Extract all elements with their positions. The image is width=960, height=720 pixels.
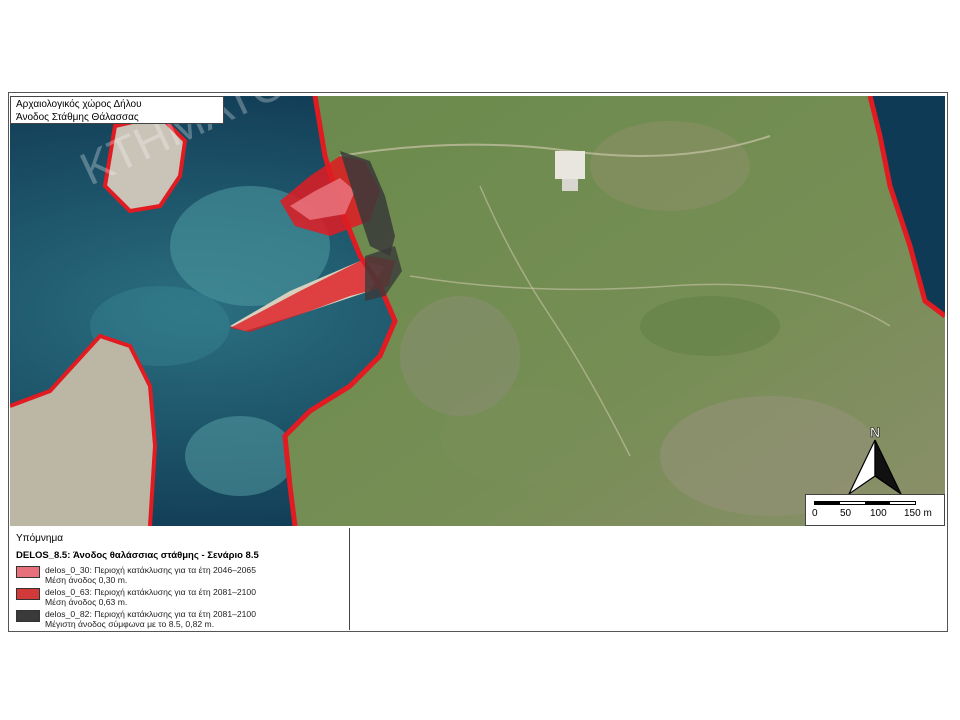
scale-label-150: 150 m: [904, 508, 932, 519]
scale-label-100: 100: [870, 508, 887, 519]
legend-item: delos_0_63: Περιοχή κατάκλυσης για τα έτ…: [16, 587, 343, 607]
legend-item-note: Μέση άνοδος 0,63 m.: [45, 597, 128, 607]
legend-item-name: delos_0_82:: [45, 609, 92, 619]
scale-seg-2: [865, 502, 890, 504]
scale-label-50: 50: [840, 508, 852, 519]
map-title-box: Αρχαιολογικός χώρος Δήλου Άνοδος Στάθμης…: [10, 96, 224, 124]
legend-item: delos_0_30: Περιοχή κατάκλυσης για τα έτ…: [16, 565, 343, 585]
legend-item-name: delos_0_30:: [45, 565, 92, 575]
legend-swatch-0-82: [16, 610, 40, 622]
legend: Υπόμνημα DELOS_8.5: Άνοδος θαλάσσιας στά…: [10, 528, 350, 630]
north-label: N: [870, 424, 880, 440]
north-arrow: N: [843, 424, 907, 496]
legend-layer-title: DELOS_8.5: Άνοδος θαλάσσιας στάθμης - Σε…: [16, 550, 259, 561]
map-title-line2: Άνοδος Στάθμης Θάλασσας: [16, 112, 139, 123]
legend-item-name: delos_0_63:: [45, 587, 92, 597]
scale-seg-1: [815, 502, 840, 504]
satellite-map[interactable]: ΚΤΗΜΑΤΟΛΟΓΙΟ: [10, 96, 945, 526]
legend-item-desc: Περιοχή κατάκλυσης για τα έτη 2046–2065: [94, 565, 256, 575]
legend-swatch-0-30: [16, 566, 40, 578]
legend-item-desc: Περιοχή κατάκλυσης για τα έτη 2081–2100: [94, 609, 256, 619]
scale-bar-graphic: [814, 501, 916, 505]
legend-heading: Υπόμνημα: [16, 533, 63, 544]
north-arrow-left: [847, 439, 876, 496]
legend-item-note: Μέγιστη άνοδος σύμφωνα με το 8.5, 0,82 m…: [45, 619, 215, 629]
legend-item-note: Μέση άνοδος 0,30 m.: [45, 575, 128, 585]
scale-label-0: 0: [812, 508, 818, 519]
legend-swatch-0-63: [16, 588, 40, 600]
north-arrow-right: [874, 439, 903, 496]
legend-item-desc: Περιοχή κατάκλυσης για τα έτη 2081–2100: [94, 587, 256, 597]
scale-bar: 0 50 100 150 m: [805, 494, 945, 526]
map-title-line1: Αρχαιολογικός χώρος Δήλου: [16, 99, 142, 110]
legend-item: delos_0_82: Περιοχή κατάκλυσης για τα έτ…: [16, 609, 343, 629]
